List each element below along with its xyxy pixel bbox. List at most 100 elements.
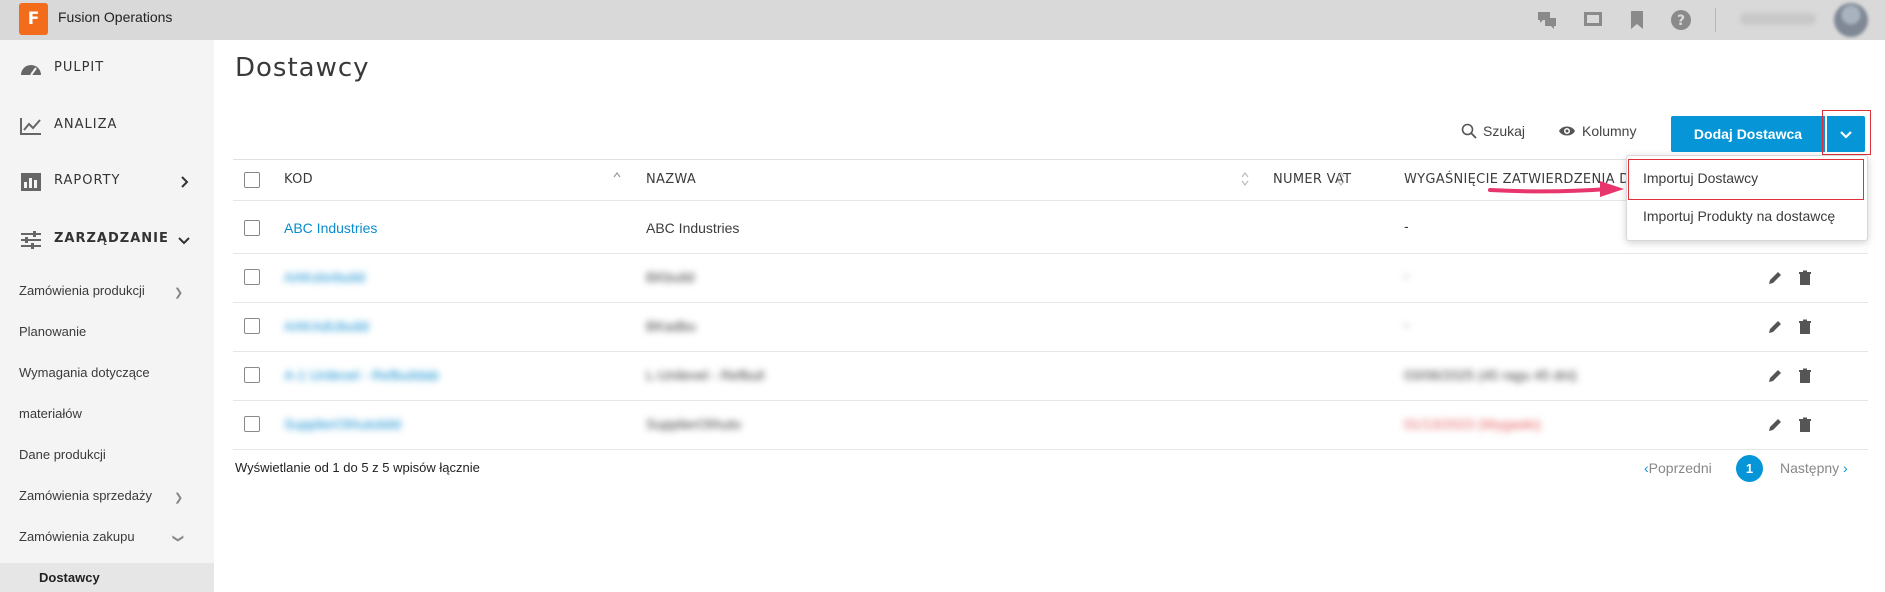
sidebar-item-label: Zamówienia sprzedaży — [19, 488, 152, 503]
row-checkbox[interactable] — [244, 367, 260, 383]
edit-icon[interactable] — [1767, 319, 1783, 335]
sidebar-item-label: ANALIZA — [54, 117, 118, 132]
row-divider — [233, 302, 1868, 303]
supplier-name: L-Unilevel - Refbuil — [646, 367, 765, 383]
svg-text:?: ? — [1677, 13, 1685, 29]
sidebar-item-zarzadzanie[interactable]: ZARZĄDZANIE — [0, 220, 214, 260]
menu-item-import-products[interactable]: Importuj Produkty na dostawcę — [1643, 208, 1835, 224]
pagination-prev-label: Poprzedni — [1648, 460, 1712, 476]
sidebar-item-label: Zamówienia zakupu — [19, 529, 135, 544]
edit-icon[interactable] — [1767, 270, 1783, 286]
sidebar-item-label: Wymagania dotyczące — [19, 365, 150, 380]
sidebar-item-wymagania[interactable]: Wymagania dotyczące — [19, 365, 150, 380]
sort-icon[interactable] — [612, 170, 622, 188]
active-item-highlight — [0, 563, 214, 592]
delete-icon[interactable] — [1797, 270, 1813, 286]
table-summary: Wyświetlanie od 1 do 5 z 5 wpisów łączni… — [235, 460, 480, 475]
sidebar-item-label: PULPIT — [54, 60, 105, 75]
sidebar-item-dostawcy[interactable]: Dostawcy — [39, 570, 100, 585]
column-header-kod[interactable]: KOD — [284, 172, 313, 187]
chat-icon[interactable] — [1536, 9, 1558, 31]
approval-expiry: 03/06/2025 (45 ragu 45 dni) — [1404, 367, 1577, 383]
pagination-prev[interactable]: ‹Poprzedni — [1644, 460, 1712, 476]
pagination-next-label: Następny — [1780, 460, 1840, 476]
search-button[interactable]: Szukaj — [1461, 123, 1525, 139]
sidebar-item-dane-produkcji[interactable]: Dane produkcji — [19, 447, 106, 462]
approval-expiry: - — [1404, 218, 1409, 234]
presentation-icon[interactable] — [1582, 9, 1604, 31]
eye-icon — [1559, 126, 1575, 136]
row-checkbox[interactable] — [244, 269, 260, 285]
chevron-down-icon: ❯ — [172, 533, 185, 544]
chevron-right-icon — [181, 176, 189, 188]
sidebar-item-zamowienia-produkcji[interactable]: Zamówienia produkcji ❯ — [19, 283, 183, 299]
row-divider — [233, 449, 1868, 450]
columns-label: Kolumny — [1582, 123, 1637, 139]
add-supplier-button[interactable]: Dodaj Dostawca — [1671, 116, 1825, 152]
supplier-code-link[interactable]: AAKolorbuild — [284, 269, 365, 285]
sidebar-item-label: Dane produkcji — [19, 447, 106, 462]
sidebar-item-pulpit[interactable]: PULPIT — [0, 49, 214, 89]
row-divider — [233, 351, 1868, 352]
chevron-down-icon — [178, 237, 190, 245]
top-bar: F Fusion Operations ? — [0, 0, 1885, 40]
sidebar-item-label: materiałów — [19, 406, 82, 421]
sidebar-item-zamowienia-zakupu[interactable]: Zamówienia zakupu ❯ — [19, 529, 184, 544]
supplier-name: BKadbu — [646, 318, 696, 334]
chevron-right-icon: › — [1843, 460, 1848, 476]
edit-icon[interactable] — [1767, 368, 1783, 384]
approval-expiry: - — [1404, 316, 1409, 332]
sort-icon[interactable] — [1336, 170, 1346, 188]
page-title: Dostawcy — [235, 53, 370, 83]
app-logo[interactable]: F — [19, 3, 48, 35]
delete-icon[interactable] — [1797, 319, 1813, 335]
sidebar-item-label: Zamówienia produkcji — [19, 283, 145, 298]
search-label: Szukaj — [1483, 123, 1526, 139]
delete-icon[interactable] — [1797, 368, 1813, 384]
sliders-icon — [21, 231, 41, 249]
sidebar-item-analiza[interactable]: ANALIZA — [0, 106, 214, 146]
sidebar-item-label: Planowanie — [19, 324, 87, 339]
sidebar-item-wymagania-cont[interactable]: materiałów — [19, 406, 82, 421]
pagination-next[interactable]: Następny › — [1780, 460, 1848, 476]
column-header-nazwa[interactable]: NAZWA — [646, 172, 696, 187]
select-all-checkbox[interactable] — [244, 172, 260, 188]
supplier-code-link[interactable]: ABC Industries — [284, 220, 377, 236]
app-name: Fusion Operations — [58, 9, 173, 25]
analytics-icon — [20, 118, 41, 135]
sidebar-item-raporty[interactable]: RAPORTY — [0, 162, 214, 202]
row-checkbox[interactable] — [244, 220, 260, 236]
sidebar-item-label: RAPORTY — [54, 173, 121, 188]
bookmark-icon[interactable] — [1626, 9, 1648, 31]
sidebar: PULPIT ANALIZA RAPORTY ZARZĄDZANIE Zamów… — [0, 40, 214, 592]
highlight-box-dropdown-toggle — [1822, 110, 1871, 155]
sidebar-item-planowanie[interactable]: Planowanie — [19, 324, 86, 339]
chevron-right-icon: ❯ — [174, 287, 184, 299]
supplier-code-link[interactable]: AAKAdUbuild — [284, 318, 369, 334]
columns-button[interactable]: Kolumny — [1558, 123, 1636, 139]
supplier-name: SupplierOfAuto — [646, 416, 741, 432]
row-checkbox[interactable] — [244, 416, 260, 432]
row-checkbox[interactable] — [244, 318, 260, 334]
pagination-current-page[interactable]: 1 — [1736, 455, 1763, 482]
avatar[interactable] — [1834, 3, 1868, 37]
supplier-code-link[interactable]: SupplierOfAutobild — [284, 416, 401, 432]
approval-expiry: 01/13/2023 (Wygasło) — [1404, 416, 1541, 432]
edit-icon[interactable] — [1767, 417, 1783, 433]
sidebar-item-label: ZARZĄDZANIE — [54, 231, 169, 246]
table-top-border — [233, 159, 1868, 160]
help-icon[interactable]: ? — [1670, 9, 1692, 31]
sort-icon[interactable] — [1240, 170, 1250, 188]
delete-icon[interactable] — [1797, 417, 1813, 433]
row-divider — [233, 400, 1868, 401]
supplier-code-link[interactable]: A-1 Unilevel - Refbuildab — [284, 367, 439, 383]
user-name[interactable] — [1740, 13, 1816, 25]
dashboard-icon — [21, 65, 41, 76]
reports-icon — [21, 173, 41, 191]
search-icon — [1461, 123, 1477, 139]
sidebar-item-zamowienia-sprzedazy[interactable]: Zamówienia sprzedaży ❯ — [19, 488, 183, 504]
annotation-arrow-icon — [1488, 181, 1624, 197]
supplier-name: BKbuild — [646, 269, 695, 285]
supplier-name: ABC Industries — [646, 220, 740, 236]
highlight-box-import-suppliers — [1628, 159, 1864, 200]
